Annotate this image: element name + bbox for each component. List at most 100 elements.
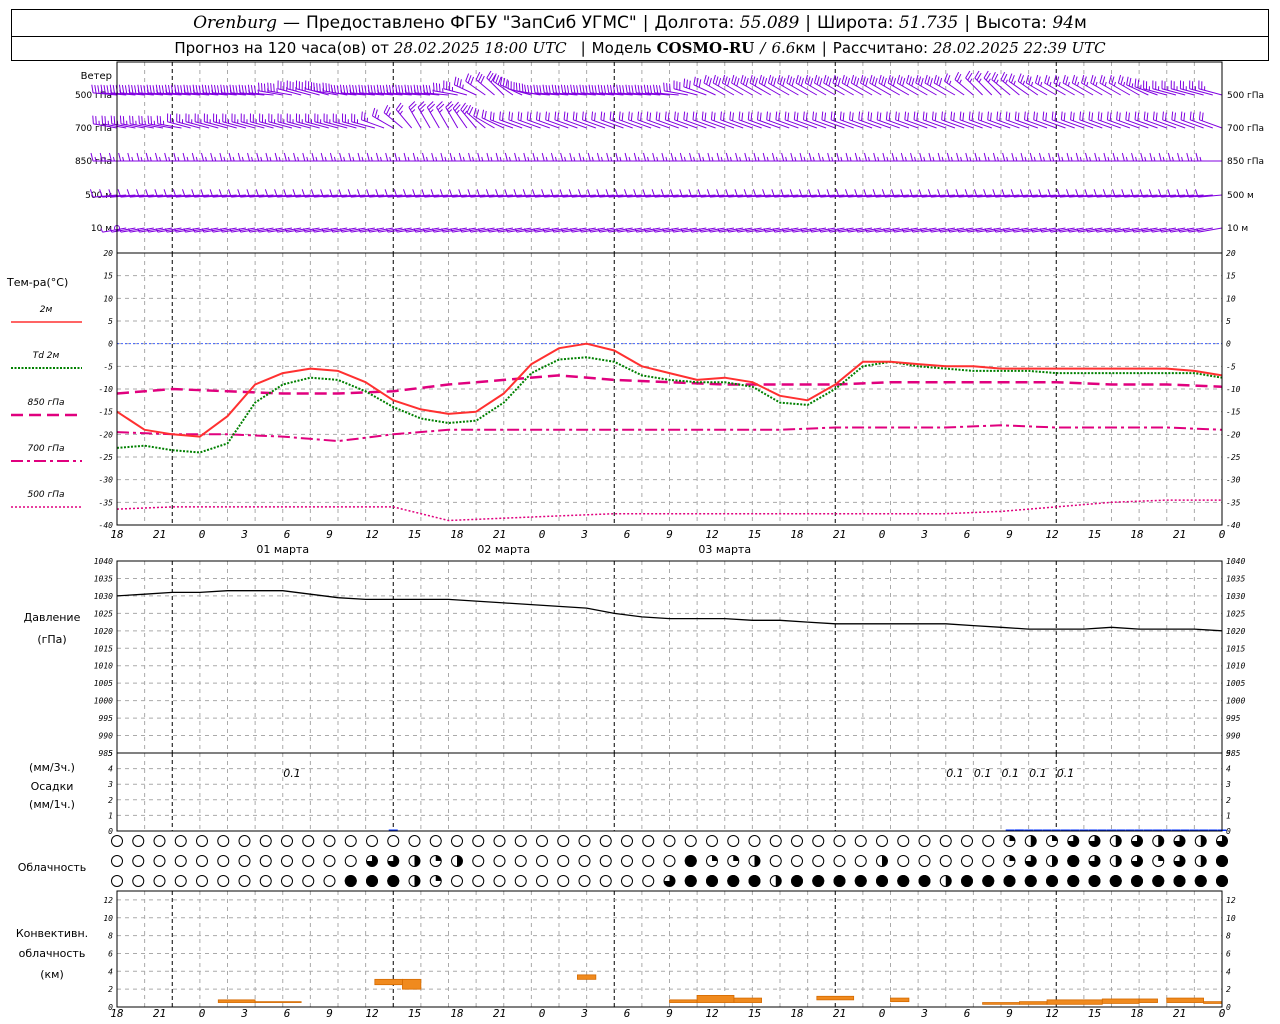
wind-barb-half-feather xyxy=(637,156,640,162)
wind-barb-feather xyxy=(899,76,903,85)
time-tick-label: 3 xyxy=(920,1007,928,1020)
temp-grid-tick-right: -15 xyxy=(1226,408,1241,417)
cloud-cover-symbol xyxy=(366,835,378,847)
wind-barb-feather xyxy=(1137,112,1140,121)
wind-barb-feather xyxy=(302,152,306,162)
wind-barb-feather xyxy=(876,111,879,120)
wind-barb-feather xyxy=(1167,152,1171,162)
wind-barb-feather xyxy=(1106,111,1109,120)
wind-barb-feather xyxy=(1117,74,1122,84)
wind-barb-feather xyxy=(771,152,775,162)
wind-barb xyxy=(417,106,431,129)
wind-barb-feather xyxy=(819,77,823,87)
wind-barb-half-feather xyxy=(932,156,935,162)
wind-barb-feather xyxy=(367,84,370,93)
convective-grid-tick-right: 0 xyxy=(1226,1003,1231,1012)
wind-barb-feather xyxy=(845,152,849,162)
wind-barb-feather xyxy=(1011,152,1015,162)
wind-barb-half-feather xyxy=(674,156,677,162)
wind-barb-feather xyxy=(379,84,383,94)
wind-barb-feather xyxy=(569,152,573,162)
cloud-cover-fill xyxy=(1131,875,1143,887)
cloud-cover-fill xyxy=(876,875,888,887)
wind-barb-feather xyxy=(495,75,500,84)
cloud-cover-fill xyxy=(1052,835,1058,841)
cloud-cover-symbol xyxy=(961,855,973,867)
wind-barb xyxy=(673,88,698,96)
convective-cloud-bar xyxy=(1046,999,1103,1005)
wind-barb-feather xyxy=(1000,71,1006,80)
wind-barb-feather xyxy=(1010,75,1015,84)
cloud-cover-symbol xyxy=(833,855,846,867)
wind-barb-feather xyxy=(1120,76,1124,85)
time-tick-label: 18 xyxy=(450,528,464,541)
wind-barb-half-feather xyxy=(665,156,668,162)
wind-barb-half-feather xyxy=(260,156,263,162)
wind-barb-feather xyxy=(1029,152,1033,162)
wind-barb-feather xyxy=(373,85,376,94)
cloud-cover-symbol xyxy=(323,855,336,867)
wind-barb-half-feather xyxy=(370,156,373,162)
wind-barb-feather xyxy=(663,82,665,91)
time-tick-label: 0 xyxy=(199,1007,206,1020)
wind-barb-feather xyxy=(311,152,315,162)
temp-legend-label: 700 гПа xyxy=(27,444,64,454)
wind-barb-feather xyxy=(159,116,162,125)
wind-barb-feather xyxy=(410,85,413,94)
precip-unit-1h: (мм/1ч.) xyxy=(29,798,75,811)
wind-barb-feather xyxy=(404,84,407,93)
wind-barb-feather xyxy=(934,112,937,121)
wind-barb-feather xyxy=(213,84,217,94)
wind-barb-feather xyxy=(328,83,330,92)
wind-barb-feather xyxy=(892,77,897,87)
wind-barb-half-feather xyxy=(1107,156,1110,162)
cloud-cover-fill xyxy=(1158,855,1164,861)
wind-barb-feather xyxy=(591,84,594,94)
wind-barb-feather xyxy=(403,152,407,162)
wind-barb-feather xyxy=(742,76,747,85)
wind-barb-feather xyxy=(745,77,749,87)
wind-barb-feather xyxy=(799,152,803,162)
pressure-grid-tick-right: 1030 xyxy=(1226,592,1245,601)
convective-cloud-bar xyxy=(254,1001,302,1003)
pressure-grid-tick-left: 1030 xyxy=(94,592,113,601)
convective-cloud-bar xyxy=(1166,997,1204,1003)
wind-barb-feather xyxy=(853,76,857,85)
wind-barb-feather xyxy=(192,84,195,93)
convective-cloud-bar xyxy=(1138,998,1158,1003)
wind-barb-feather xyxy=(946,152,950,162)
time-tick-label: 6 xyxy=(624,528,631,541)
wind-barb-half-feather xyxy=(1153,156,1156,162)
wind-barb-feather xyxy=(809,77,814,87)
wind-barb-feather xyxy=(191,152,195,162)
wind-barb xyxy=(924,82,947,96)
wind-barb-half-feather xyxy=(149,156,152,162)
wind-barb-feather xyxy=(946,75,951,84)
pressure-grid-tick-right: 1010 xyxy=(1226,662,1245,671)
wind-barb-half-feather xyxy=(775,156,778,162)
wind-barb-half-feather xyxy=(1015,156,1018,162)
wind-barb-half-feather xyxy=(444,156,447,162)
wind-barb-feather xyxy=(361,84,364,94)
time-tick-label: 15 xyxy=(1088,1007,1101,1020)
wind-barb-half-feather xyxy=(490,156,493,162)
time-tick-label: 3 xyxy=(240,528,248,541)
wind-barb-feather xyxy=(1158,152,1162,162)
wind-barb-feather xyxy=(793,111,796,120)
wind-barb-feather xyxy=(597,84,601,93)
time-tick-label: 15 xyxy=(748,1007,761,1020)
time-tick-label: 6 xyxy=(964,1007,971,1020)
wind-barb-feather xyxy=(119,115,122,124)
pressure-grid-tick-left: 1035 xyxy=(94,574,113,583)
wind-barb-half-feather xyxy=(748,156,751,162)
wind-barb-feather xyxy=(959,111,962,120)
pressure-grid-tick-left: 1040 xyxy=(94,557,113,566)
wind-barb-feather xyxy=(881,76,885,85)
cloud-cover-symbol xyxy=(472,855,485,867)
wind-barb-feather xyxy=(177,84,180,94)
wind-barb-feather xyxy=(1134,78,1137,87)
wind-barb-feather xyxy=(383,104,389,113)
wind-barb-half-feather xyxy=(950,156,953,162)
wind-barb-feather xyxy=(520,112,523,121)
wind-barb-feather xyxy=(1071,74,1076,84)
